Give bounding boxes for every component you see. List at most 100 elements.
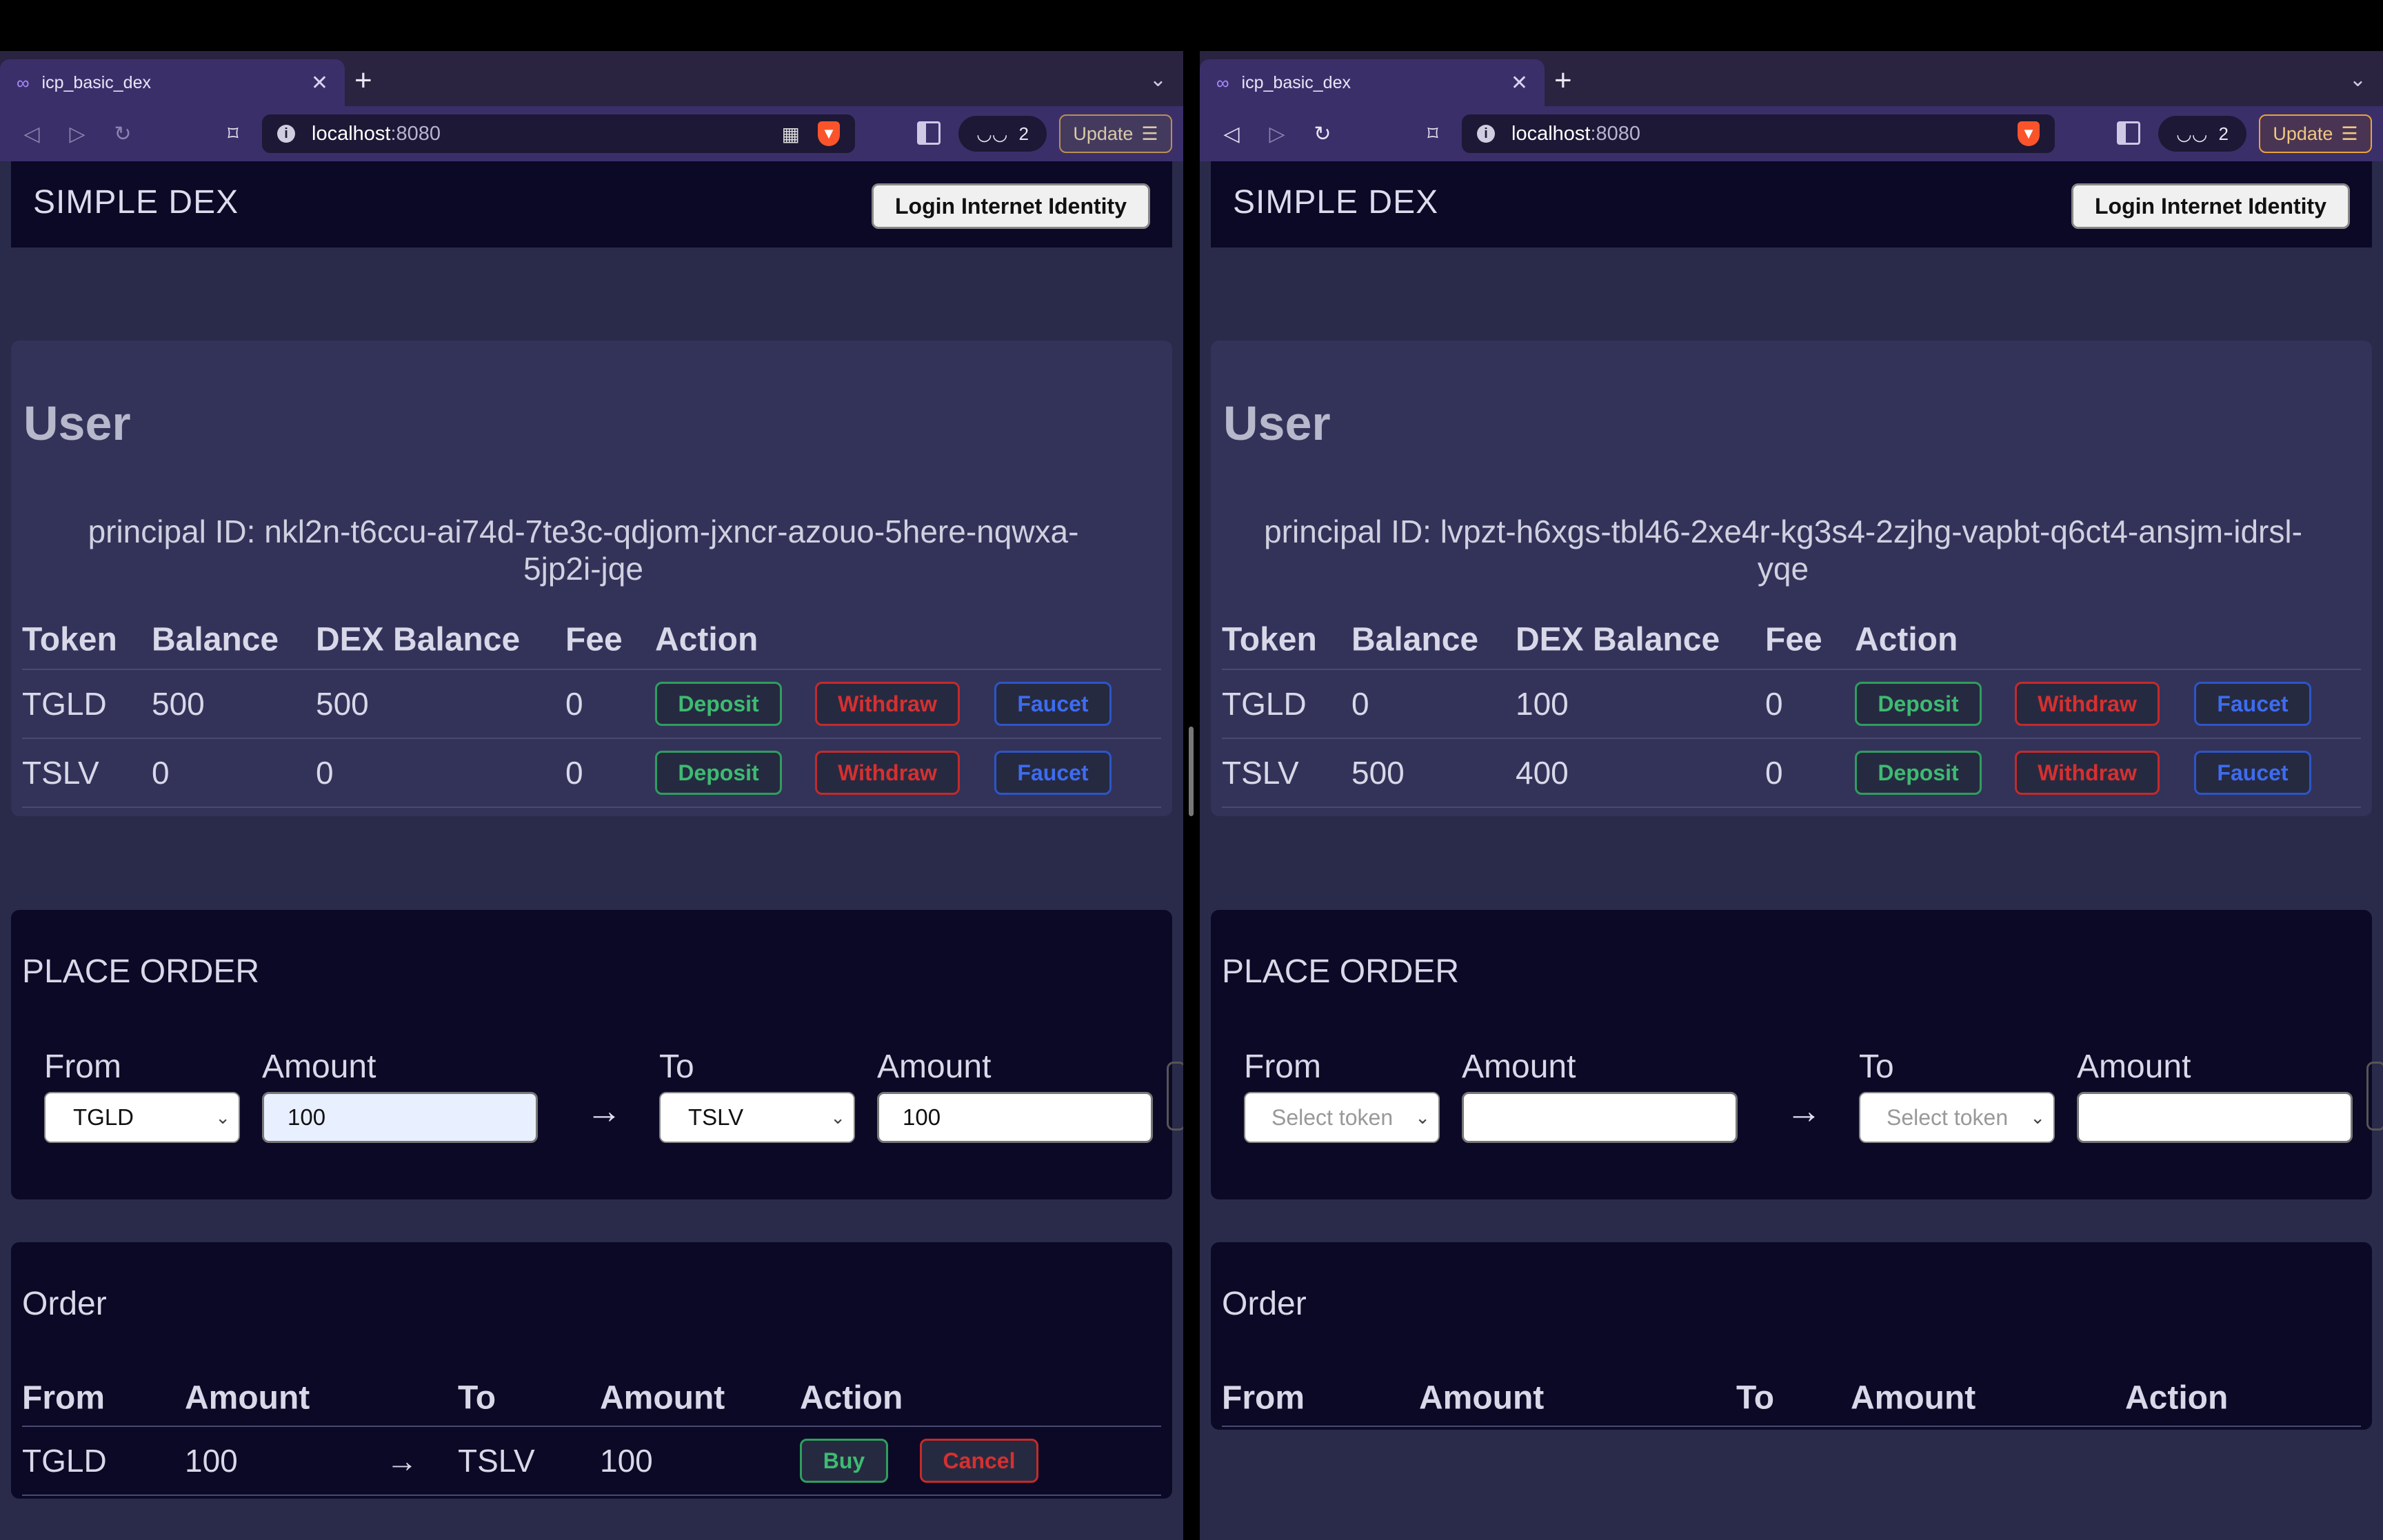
withdraw-button[interactable]: Withdraw [815,682,960,726]
column-header: Balance [1351,621,1479,658]
place-order-card: PLACE ORDER From Amount To Amount TGLD ⌄… [11,910,1183,1199]
chevron-down-icon: ⌄ [830,1107,845,1128]
chevron-down-icon[interactable]: ⌄ [2349,68,2366,92]
address-bar[interactable]: i localhost :8080 ▦ ▼ [262,114,855,153]
balance-cell: 0 [152,755,170,791]
order-list-card: Order From Amount To Amount Action TGLD … [11,1242,1172,1499]
browser-tab[interactable]: ∞ icp_basic_dex ✕ [1200,59,1545,106]
reload-icon[interactable]: ↻ [1309,122,1336,146]
page-content: SIMPLE DEX Login Internet Identity User … [0,161,1183,1540]
dex-balance-cell: 100 [1516,686,1569,722]
brave-shield-icon[interactable]: ▼ [818,121,840,146]
to-token-select[interactable]: Select token ⌄ [1859,1092,2055,1143]
cancel-button[interactable]: Cancel [920,1439,1038,1483]
buy-button[interactable]: Buy [800,1439,888,1483]
divider-grip[interactable] [1189,727,1194,816]
update-label: Update [1073,123,1134,144]
update-label: Update [2273,123,2333,144]
bookmark-icon[interactable]: ⌑ [1419,122,1447,146]
plus-icon[interactable]: + [1554,63,1572,98]
page-content: SIMPLE DEX Login Internet Identity User … [1200,161,2383,1540]
from-amount-input[interactable] [1462,1092,1738,1143]
window-divider[interactable] [1183,51,1200,1540]
column-header: Token [1222,621,1317,658]
to-amount-input[interactable]: 100 [877,1092,1153,1143]
deposit-button[interactable]: Deposit [655,751,782,795]
sidebar-icon[interactable] [2117,121,2140,145]
reload-icon[interactable]: ↻ [109,122,137,146]
withdraw-button[interactable]: Withdraw [2015,682,2160,726]
faucet-button[interactable]: Faucet [994,751,1112,795]
from-token-select[interactable]: TGLD ⌄ [44,1092,240,1143]
column-header: Amount [1419,1379,1545,1417]
table-row: TSLV 0 0 0 Deposit Withdraw Faucet [22,739,1161,808]
right-browser-window: ∞ icp_basic_dex ✕ + ⌄ ◁ ▷ ↻ ⌑ i localhos… [1200,51,2383,1540]
back-icon[interactable]: ◁ [1218,122,1245,146]
infinity-favicon-icon: ∞ [17,72,30,93]
fee-cell: 0 [1765,755,1783,791]
amount-label: Amount [1462,1048,1576,1085]
faucet-button[interactable]: Faucet [994,682,1112,726]
to-token-select[interactable]: TSLV ⌄ [659,1092,855,1143]
balance-table: Token Balance DEX Balance Fee Action TGL… [1222,611,2361,808]
fee-cell: 0 [565,686,583,722]
token-cell: TGLD [1222,686,1307,722]
close-icon[interactable]: ✕ [1511,71,1528,95]
vpn-button[interactable]: ◡◡ 2 [958,116,1047,152]
user-card: User principal ID: lvpzt-h6xgs-tbl46-2xe… [1211,341,2372,816]
faucet-button[interactable]: Faucet [2194,682,2311,726]
from-token-placeholder: Select token [1271,1104,1394,1130]
faucet-button[interactable]: Faucet [2194,751,2311,795]
token-cell: TGLD [22,686,107,722]
info-icon[interactable]: i [1477,125,1495,143]
submit-button-edge[interactable] [1167,1062,1183,1131]
table-row: TSLV 500 400 0 Deposit Withdraw Faucet [1222,739,2361,808]
table-row: TGLD 0 100 0 Deposit Withdraw Faucet [1222,670,2361,739]
principal-id: principal ID: lvpzt-h6xgs-tbl46-2xe4r-kg… [1264,514,2302,587]
address-bar[interactable]: i localhost :8080 ▼ [1462,114,2055,153]
qr-icon[interactable]: ▦ [782,123,800,145]
deposit-button[interactable]: Deposit [1855,751,1982,795]
sidebar-icon[interactable] [917,121,941,145]
browser-tab[interactable]: ∞ icp_basic_dex ✕ [0,59,345,106]
from-token-select[interactable]: Select token ⌄ [1244,1092,1440,1143]
menu-icon: ☰ [2341,123,2358,144]
from-label: From [1244,1048,1321,1085]
table-row: TGLD 100 → TSLV 100 Buy Cancel [22,1427,1161,1496]
tab-strip: ∞ icp_basic_dex ✕ + ⌄ [1200,51,2383,106]
withdraw-button[interactable]: Withdraw [2015,751,2160,795]
column-header: From [1222,1379,1305,1417]
app-header: SIMPLE DEX Login Internet Identity [11,161,1172,247]
update-button[interactable]: Update ☰ [1059,114,1172,153]
submit-button-edge[interactable] [2366,1062,2383,1131]
balance-cell: 0 [1351,686,1369,722]
from-label: From [44,1048,121,1085]
column-header: From [22,1379,105,1417]
token-cell: TSLV [1222,755,1299,791]
deposit-button[interactable]: Deposit [655,682,782,726]
brave-shield-icon[interactable]: ▼ [2018,121,2040,146]
vpn-button[interactable]: ◡◡ 2 [2158,116,2246,152]
withdraw-button[interactable]: Withdraw [815,751,960,795]
table-header-row: Token Balance DEX Balance Fee Action [1222,611,2361,670]
forward-icon[interactable]: ▷ [1263,122,1291,146]
forward-icon[interactable]: ▷ [63,122,91,146]
chevron-down-icon[interactable]: ⌄ [1149,68,1167,92]
to-token-value: TSLV [688,1104,744,1130]
app-header: SIMPLE DEX Login Internet Identity [1211,161,2372,247]
plus-icon[interactable]: + [354,63,372,98]
bookmark-icon[interactable]: ⌑ [219,122,247,146]
amount-label: Amount [2077,1048,2191,1085]
to-cell: TSLV [458,1443,535,1479]
login-button[interactable]: Login Internet Identity [2071,183,2350,229]
update-button[interactable]: Update ☰ [2259,114,2372,153]
back-icon[interactable]: ◁ [18,122,46,146]
deposit-button[interactable]: Deposit [1855,682,1982,726]
order-title: Order [22,1286,107,1322]
login-button[interactable]: Login Internet Identity [872,183,1150,229]
from-amount-input[interactable]: 100 [262,1092,538,1143]
info-icon[interactable]: i [277,125,295,143]
to-amount-input[interactable] [2077,1092,2353,1143]
table-header-row: From Amount To Amount Action [22,1370,1161,1427]
close-icon[interactable]: ✕ [311,71,328,95]
